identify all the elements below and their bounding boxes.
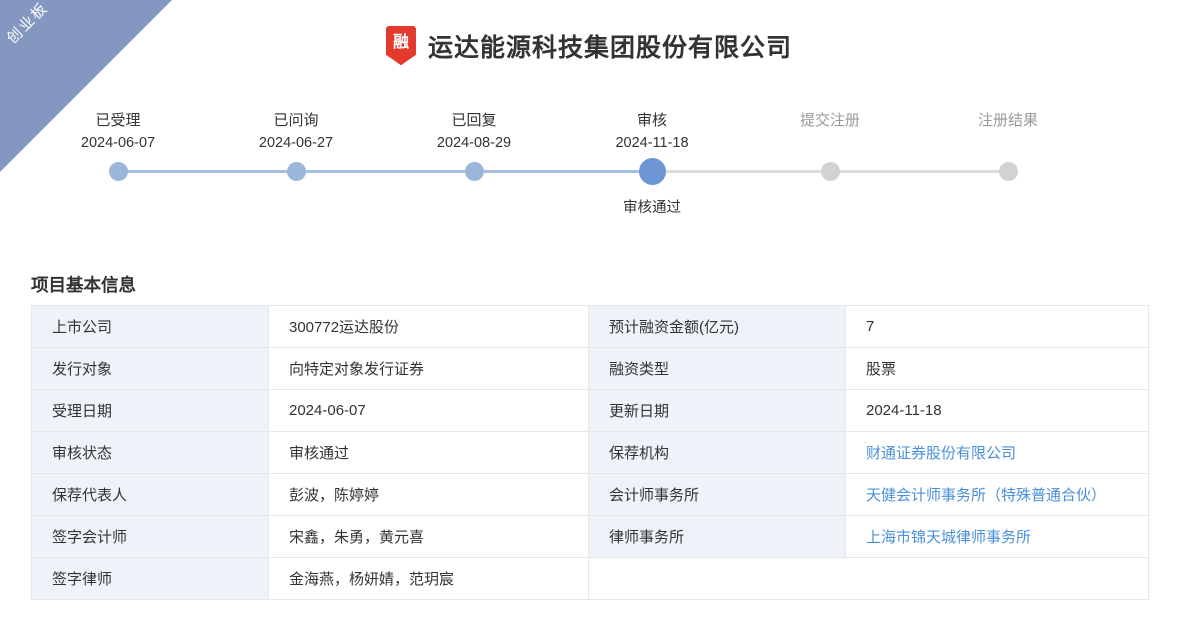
financing-badge-glyph: 融 <box>393 35 409 51</box>
field-value: 向特定对象发行证券 <box>269 348 589 390</box>
timeline-steps: 已受理2024-06-07已问询2024-06-27已回复2024-08-29审… <box>29 110 1097 218</box>
field-value-link[interactable]: 上海市锦天城律师事务所 <box>866 529 1031 546</box>
review-timeline: 已受理2024-06-07已问询2024-06-27已回复2024-08-29审… <box>29 110 1097 220</box>
timeline-step-date: 2024-06-27 <box>259 132 333 154</box>
timeline-step-label: 已回复 <box>451 110 496 132</box>
page-header: 融 运达能源科技集团股份有限公司 <box>0 26 1178 66</box>
field-label: 签字会计师 <box>32 516 269 558</box>
timeline-step-note: 审核通过 <box>623 198 681 218</box>
field-value: 2024-11-18 <box>846 390 1149 432</box>
timeline-step-4: 审核2024-11-18 审核通过 <box>563 110 741 218</box>
timeline-step-1: 已受理2024-06-07 <box>29 110 207 218</box>
field-label: 签字律师 <box>32 558 269 600</box>
field-label: 更新日期 <box>589 390 846 432</box>
field-value-link[interactable]: 财通证券股份有限公司 <box>866 445 1016 462</box>
timeline-step-label: 已受理 <box>95 110 140 132</box>
field-value: 2024-06-07 <box>269 390 589 432</box>
timeline-step-date: 2024-06-07 <box>81 132 155 154</box>
field-label: 保荐机构 <box>589 432 846 474</box>
financing-badge-icon: 融 <box>386 26 416 66</box>
field-label: 保荐代表人 <box>32 474 269 516</box>
table-row: 上市公司300772运达股份预计融资金额(亿元)7 <box>32 306 1149 348</box>
field-value: 审核通过 <box>269 432 589 474</box>
field-value: 300772运达股份 <box>269 306 589 348</box>
timeline-step-dot <box>821 162 840 181</box>
timeline-step-dot <box>999 162 1018 181</box>
timeline-step-3: 已回复2024-08-29 <box>385 110 563 218</box>
project-status-page: 创业板 融 运达能源科技集团股份有限公司 已受理2024-06-07已问询202… <box>0 0 1178 621</box>
table-row: 签字律师金海燕，杨妍婧，范玥宸 <box>32 558 1149 600</box>
empty-cell <box>589 558 1149 600</box>
table-row: 审核状态审核通过保荐机构 财通证券股份有限公司 <box>32 432 1149 474</box>
field-label: 预计融资金额(亿元) <box>589 306 846 348</box>
table-row: 受理日期2024-06-07更新日期2024-11-18 <box>32 390 1149 432</box>
field-value: 金海燕，杨妍婧，范玥宸 <box>269 558 589 600</box>
field-value-cell: 财通证券股份有限公司 <box>846 432 1149 474</box>
field-label: 融资类型 <box>589 348 846 390</box>
timeline-step-date: 2024-08-29 <box>437 132 511 154</box>
field-value-cell: 天健会计师事务所（特殊普通合伙） <box>846 474 1149 516</box>
field-label: 会计师事务所 <box>589 474 846 516</box>
timeline-step-date: 2024-11-18 <box>615 132 688 154</box>
field-label: 审核状态 <box>32 432 269 474</box>
timeline-step-label: 注册结果 <box>978 110 1038 132</box>
field-value: 宋鑫，朱勇，黄元喜 <box>269 516 589 558</box>
timeline-step-dot <box>465 162 484 181</box>
table-row: 签字会计师宋鑫，朱勇，黄元喜律师事务所 上海市锦天城律师事务所 <box>32 516 1149 558</box>
field-label: 上市公司 <box>32 306 269 348</box>
table-row: 保荐代表人彭波，陈婷婷会计师事务所 天健会计师事务所（特殊普通合伙） <box>32 474 1149 516</box>
field-value: 股票 <box>846 348 1149 390</box>
timeline-step-label: 已问询 <box>273 110 318 132</box>
timeline-step-dot <box>109 162 128 181</box>
page-title: 运达能源科技集团股份有限公司 <box>428 28 792 64</box>
timeline-step-label: 提交注册 <box>800 110 860 132</box>
timeline-step-label: 审核 <box>637 110 667 132</box>
timeline-step-dot <box>287 162 306 181</box>
section-title: 项目基本信息 <box>31 272 136 297</box>
table-row: 发行对象向特定对象发行证券融资类型股票 <box>32 348 1149 390</box>
field-value: 7 <box>846 306 1149 348</box>
field-label: 受理日期 <box>32 390 269 432</box>
timeline-step-6: 注册结果 <box>919 110 1097 218</box>
field-label: 发行对象 <box>32 348 269 390</box>
timeline-step-2: 已问询2024-06-27 <box>207 110 385 218</box>
field-label: 律师事务所 <box>589 516 846 558</box>
field-value: 彭波，陈婷婷 <box>269 474 589 516</box>
timeline-step-5: 提交注册 <box>741 110 919 218</box>
field-value-link[interactable]: 天健会计师事务所（特殊普通合伙） <box>866 487 1106 504</box>
project-info-table: 上市公司300772运达股份预计融资金额(亿元)7发行对象向特定对象发行证券融资… <box>31 305 1149 600</box>
timeline-step-dot <box>639 158 666 185</box>
field-value-cell: 上海市锦天城律师事务所 <box>846 516 1149 558</box>
